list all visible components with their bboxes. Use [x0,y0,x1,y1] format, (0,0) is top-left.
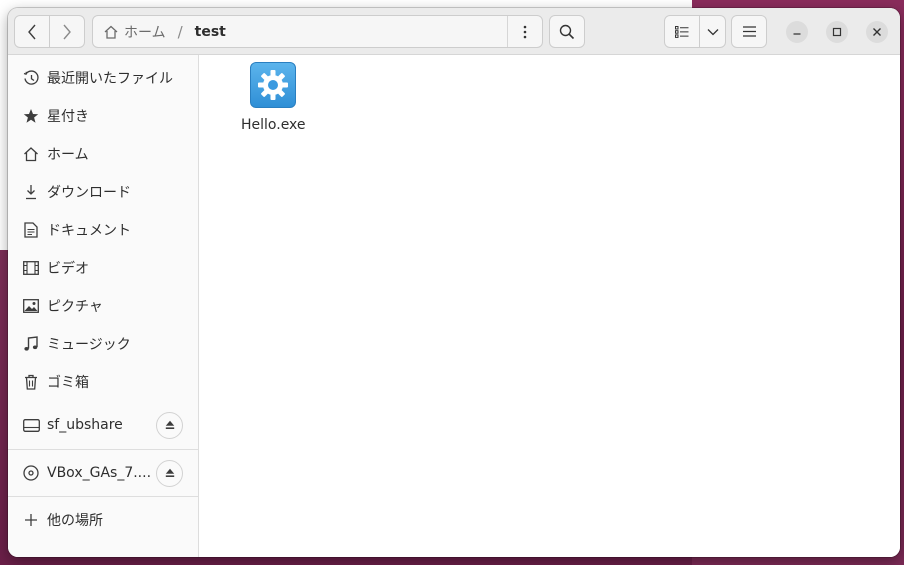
sidebar-item-label: ピクチャ [47,299,103,315]
breadcrumb-home[interactable]: ホーム [103,22,166,42]
header-bar: ホーム / test [8,8,900,55]
sidebar-item-label: ビデオ [47,261,89,277]
sidebar: 最近開いたファイル 星付き ホーム ダウンロード ドキュメント ビデオ ピクチャ… [8,55,199,557]
video-film-icon [22,259,40,277]
hamburger-menu-icon [742,26,756,37]
plus-icon [22,511,40,529]
path-bar: ホーム / test [92,15,543,48]
star-icon [22,107,40,125]
sidebar-other-locations[interactable]: 他の場所 [8,501,198,539]
path-menu-button[interactable] [507,16,542,47]
sidebar-item-documents[interactable]: ドキュメント [8,211,198,249]
view-options-dropdown[interactable] [699,15,726,48]
document-icon [22,221,40,239]
sidebar-item-music[interactable]: ミュージック [8,325,198,363]
minimize-button[interactable] [786,21,808,43]
breadcrumb-current[interactable]: test [195,24,226,40]
trash-icon [22,373,40,391]
sidebar-item-pictures[interactable]: ピクチャ [8,287,198,325]
download-icon [22,183,40,201]
sidebar-device-label: sf_ubshare [47,417,123,433]
maximize-button[interactable] [826,21,848,43]
breadcrumb-home-label: ホーム [124,24,166,41]
sidebar-item-label: ミュージック [47,337,131,353]
sidebar-item-label: 最近開いたファイル [47,71,173,87]
executable-gear-icon [250,62,297,108]
sidebar-item-label: ドキュメント [47,223,131,239]
sidebar-item-videos[interactable]: ビデオ [8,249,198,287]
vertical-dots-icon [523,25,527,38]
home-icon [104,25,118,39]
sidebar-other-locations-label: 他の場所 [47,513,103,529]
list-view-icon [675,25,689,38]
sidebar-item-home[interactable]: ホーム [8,135,198,173]
sidebar-item-label: ダウンロード [47,185,131,201]
chevron-left-icon [28,24,36,39]
close-button[interactable] [866,21,888,43]
file-view[interactable]: Hello.exe [199,55,900,557]
close-icon [873,28,881,36]
eject-button[interactable] [156,459,183,487]
chevron-down-icon [707,28,718,35]
sidebar-device-vbox-gas[interactable]: VBox_GAs_7.... [8,454,198,492]
eject-button[interactable] [156,411,183,439]
recent-clock-icon [22,69,40,87]
minimize-icon [793,33,801,35]
sidebar-item-label: ゴミ箱 [47,375,89,391]
chevron-right-icon [63,24,71,39]
eject-icon [165,420,174,429]
optical-disc-icon [22,464,40,482]
sidebar-divider [8,449,198,450]
file-name: Hello.exe [241,117,306,133]
sidebar-item-trash[interactable]: ゴミ箱 [8,363,198,401]
drive-icon [22,416,40,434]
forward-button[interactable] [49,15,85,48]
search-button[interactable] [549,15,585,48]
music-note-icon [22,335,40,353]
sidebar-device-label: VBox_GAs_7.... [47,465,152,481]
search-icon [559,24,575,39]
main-menu-button[interactable] [731,15,767,48]
sidebar-item-label: 星付き [47,109,89,125]
sidebar-item-starred[interactable]: 星付き [8,97,198,135]
back-button[interactable] [14,15,50,48]
maximize-icon [832,27,842,37]
list-view-button[interactable] [664,15,700,48]
file-manager-window: ホーム / test 最近開いたファイル 星付き ホーム ダウンロード ドキュメ… [8,8,900,557]
home-icon [22,145,40,163]
sidebar-item-recent[interactable]: 最近開いたファイル [8,59,198,97]
file-item-hello-exe[interactable]: Hello.exe [241,62,306,133]
sidebar-divider [8,496,198,497]
sidebar-device-sf-ubshare[interactable]: sf_ubshare [8,406,198,444]
sidebar-item-downloads[interactable]: ダウンロード [8,173,198,211]
sidebar-item-label: ホーム [47,147,89,163]
eject-icon [165,468,174,477]
breadcrumb-separator: / [177,22,183,41]
picture-icon [22,297,40,315]
